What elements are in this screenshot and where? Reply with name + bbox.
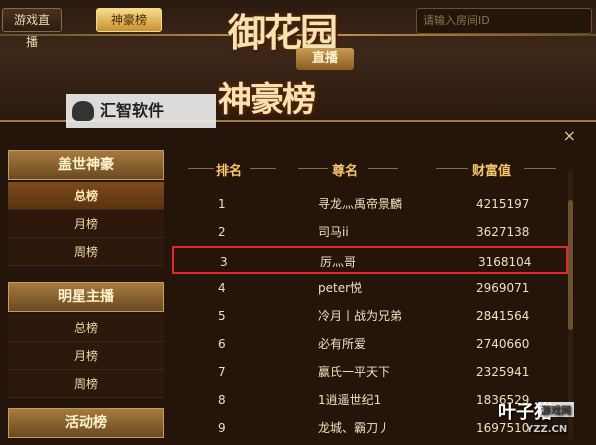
group-event[interactable]: 活动榜	[8, 408, 164, 438]
header-name: 尊名	[332, 164, 359, 179]
sidebar-item-host-month[interactable]: 月榜	[8, 342, 164, 370]
name-cell: peter悦	[318, 281, 363, 295]
table-row-highlighted[interactable]: 3 厉灬哥 3168104	[172, 246, 568, 274]
watermark-url: YZZ.CN	[526, 424, 568, 435]
rank-cell: 4	[218, 281, 226, 295]
live-tag: 直播	[296, 48, 354, 70]
rank-cell: 1	[218, 197, 226, 211]
room-id-search-input[interactable]: 请输入房间ID	[416, 8, 592, 34]
table-row[interactable]: 7 赢氏一平天下 2325941	[172, 358, 568, 386]
group-tycoon[interactable]: 盖世神豪	[8, 150, 164, 180]
sidebar: 盖世神豪 总榜 月榜 周榜 明星主播 总榜 月榜 周榜 活动榜	[8, 150, 164, 445]
garden-logo: 御花园 直播	[228, 0, 378, 80]
wealth-cell: 3627138	[476, 225, 530, 239]
watermark-text: 汇智软件	[100, 101, 165, 120]
name-cell: 龙城、霸刀丿	[318, 421, 391, 435]
rank-cell: 7	[218, 365, 226, 379]
rank-cell: 9	[218, 421, 226, 435]
name-cell: 1逍遥世纪1	[318, 393, 382, 407]
close-icon[interactable]: ×	[563, 128, 576, 144]
wealth-cell: 2740660	[476, 337, 530, 351]
rank-cell: 8	[218, 393, 226, 407]
name-cell: 厉灬哥	[320, 255, 357, 269]
rank-cell: 5	[218, 309, 226, 323]
header-rank: 排名	[216, 164, 243, 179]
wealth-cell: 2969071	[476, 281, 530, 295]
sidebar-item-host-total[interactable]: 总榜	[8, 314, 164, 342]
wealth-cell: 2841564	[476, 309, 530, 323]
yezizhu-watermark: 叶子猪 游戏网 YZZ.CN	[498, 398, 594, 442]
name-cell: 必有所爱	[318, 337, 367, 351]
gamepad-icon	[72, 101, 94, 121]
group-star-host[interactable]: 明星主播	[8, 282, 164, 312]
table-row[interactable]: 5 冷月丨战为兄弟 2841564	[172, 302, 568, 330]
header-wealth: 财富值	[472, 164, 512, 179]
rich-list-button[interactable]: 神豪榜	[96, 8, 162, 32]
sidebar-item-tycoon-total[interactable]: 总榜	[8, 182, 164, 210]
watermark-tag: 游戏网	[538, 402, 574, 417]
rank-cell: 2	[218, 225, 226, 239]
table-row[interactable]: 6 必有所爱 2740660	[172, 330, 568, 358]
name-cell: 寻龙灬禹帝景麟	[318, 197, 403, 211]
sidebar-item-tycoon-month[interactable]: 月榜	[8, 210, 164, 238]
table-row[interactable]: 4 peter悦 2969071	[172, 274, 568, 302]
table-row[interactable]: 1 寻龙灬禹帝景麟 4215197	[172, 190, 568, 218]
rank-cell: 6	[218, 337, 226, 351]
sidebar-item-tycoon-week[interactable]: 周榜	[8, 238, 164, 266]
rank-cell: 3	[220, 255, 228, 269]
wealth-cell: 3168104	[478, 255, 532, 269]
game-live-button[interactable]: 游戏直播	[2, 8, 62, 49]
scrollbar-thumb[interactable]	[568, 200, 573, 330]
name-cell: 司马ii	[318, 225, 349, 239]
huizhi-watermark: 汇智软件	[66, 94, 216, 128]
rich-list-logo-text: 神豪榜	[218, 80, 316, 120]
wealth-cell: 2325941	[476, 365, 530, 379]
name-cell: 冷月丨战为兄弟	[318, 309, 403, 323]
wealth-cell: 4215197	[476, 197, 530, 211]
name-cell: 赢氏一平天下	[318, 365, 391, 379]
table-row[interactable]: 2 司马ii 3627138	[172, 218, 568, 246]
sidebar-item-host-week[interactable]: 周榜	[8, 370, 164, 398]
